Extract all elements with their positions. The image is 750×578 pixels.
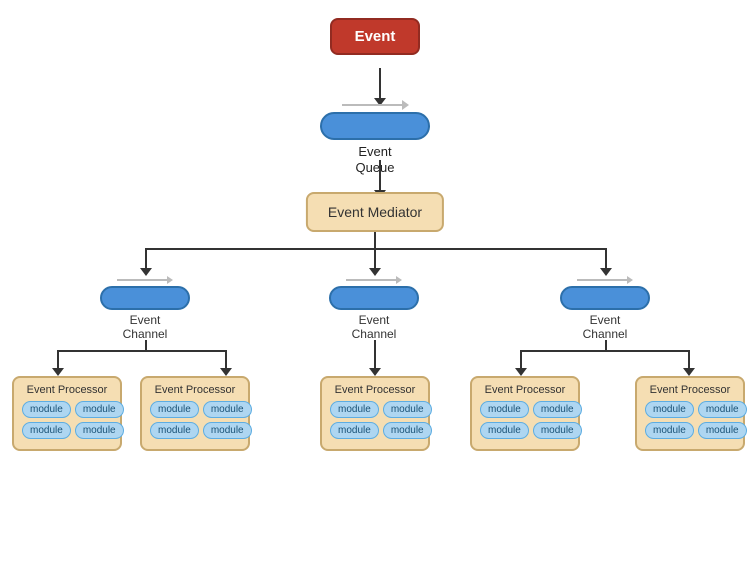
processor-4-title: Event Processor [480,384,570,396]
event-label: Event [355,28,396,45]
processor-4: Event Processor module module module mod… [470,376,580,451]
channel-center-bar [329,286,419,310]
branch-v-right [605,248,607,270]
processor-2-row1: module module [150,401,252,418]
module: module [22,401,71,418]
module: module [203,422,252,439]
module: module [150,401,199,418]
event-node: Event [330,18,420,55]
left-proc2-arrow [220,368,232,376]
queue-bar [320,112,430,140]
module: module [698,401,747,418]
branch-v-center [374,232,376,249]
channel-right: EventChannel [560,276,650,342]
left-proc1-arrow [52,368,64,376]
processor-3-title: Event Processor [330,384,420,396]
processor-5: Event Processor module module module mod… [635,376,745,451]
processor-5-title: Event Processor [645,384,735,396]
arrow-left-down [140,268,152,276]
module: module [383,401,432,418]
processor-3: Event Processor module module module mod… [320,376,430,451]
processor-3-row2: module module [330,422,432,439]
channel-left-arrows [117,276,173,284]
module: module [533,422,582,439]
processor-1-title: Event Processor [22,384,112,396]
arrow-mid-down [369,268,381,276]
processor-4-row2: module module [480,422,582,439]
channel-left-label: EventChannel [123,313,168,342]
processor-1-row1: module module [22,401,124,418]
right-proc5-arrow [683,368,695,376]
right-branch-v-connect [605,340,607,351]
module: module [22,422,71,439]
module: module [150,422,199,439]
processor-2-row2: module module [150,422,252,439]
right-proc5-v [688,350,690,370]
left-branch-v-connect [145,340,147,351]
left-branch-h [57,350,227,352]
module: module [203,401,252,418]
channel-center: EventChannel [329,276,419,342]
processor-2: Event Processor module module module mod… [140,376,250,451]
diagram: Event EventQueue Event Mediator [0,0,750,578]
processor-4-row1: module module [480,401,582,418]
channel-left: EventChannel [100,276,190,342]
module: module [645,401,694,418]
mediator-label: Event Mediator [328,204,422,220]
channel-center-arrows [346,276,402,284]
processor-2-title: Event Processor [150,384,240,396]
module: module [330,422,379,439]
processor-5-row1: module module [645,401,747,418]
module: module [75,401,124,418]
left-proc2-v [225,350,227,370]
module: module [75,422,124,439]
module: module [330,401,379,418]
module: module [383,422,432,439]
channel-right-label: EventChannel [583,313,628,342]
processor-5-row2: module module [645,422,747,439]
arrow-right-down [600,268,612,276]
channel-center-label: EventChannel [352,313,397,342]
center-proc-arrow [369,368,381,376]
right-proc4-arrow [515,368,527,376]
channel-right-arrows [577,276,633,284]
channel-left-bar [100,286,190,310]
right-proc4-v [520,350,522,370]
branch-v-left [145,248,147,270]
module: module [698,422,747,439]
module: module [480,422,529,439]
module: module [645,422,694,439]
module: module [533,401,582,418]
queue-arrows [342,100,409,110]
processor-1: Event Processor module module module mod… [12,376,122,451]
channel-right-bar [560,286,650,310]
processor-1-row2: module module [22,422,124,439]
center-proc-v [374,340,376,370]
event-mediator: Event Mediator [306,192,444,232]
processor-3-row1: module module [330,401,432,418]
left-proc1-v [57,350,59,370]
module: module [480,401,529,418]
branch-v-mid [374,248,376,270]
